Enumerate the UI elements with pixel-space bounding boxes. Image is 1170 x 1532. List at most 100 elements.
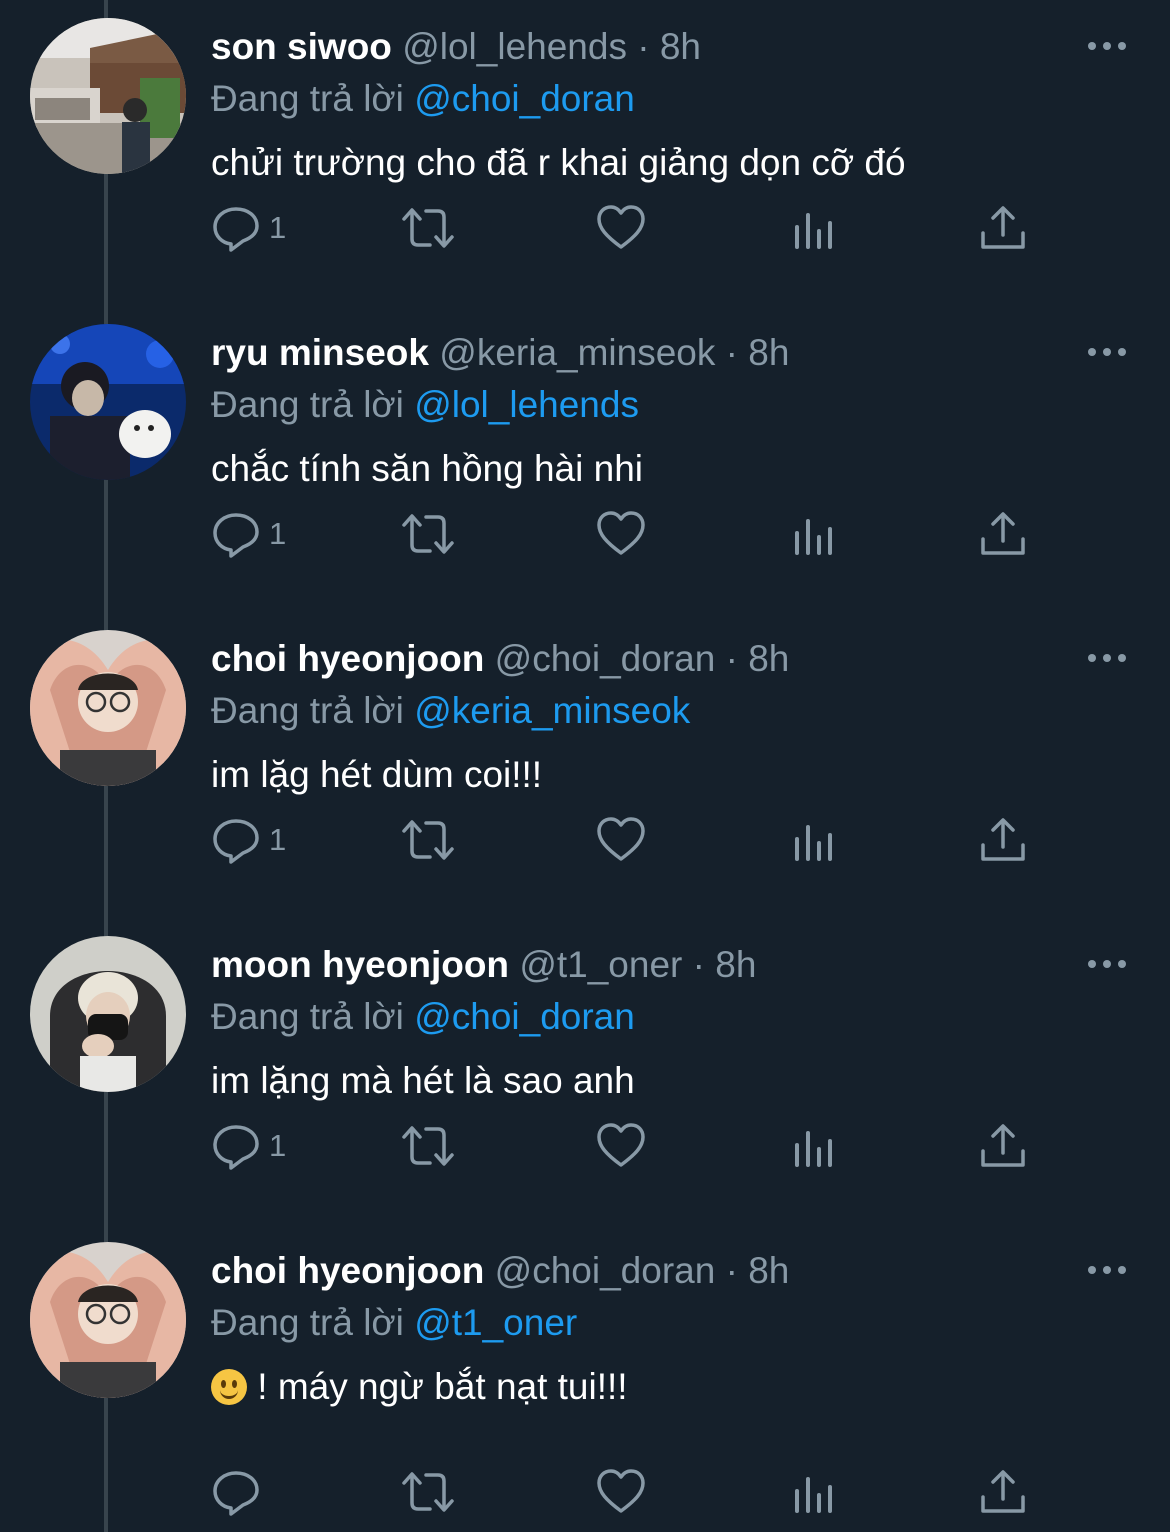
- avatar[interactable]: [30, 630, 186, 786]
- heart-icon: [597, 817, 645, 861]
- timestamp[interactable]: 8h: [660, 26, 701, 67]
- mention-link[interactable]: @choi_doran: [414, 78, 635, 119]
- display-name[interactable]: son siwoo: [211, 26, 392, 67]
- display-name[interactable]: choi hyeonjoon: [211, 1250, 484, 1291]
- share-button[interactable]: [978, 815, 1028, 865]
- like-button[interactable]: [596, 1121, 646, 1171]
- share-icon: [981, 1470, 1025, 1513]
- views-button[interactable]: [789, 815, 839, 865]
- heart-icon: [597, 205, 645, 249]
- avatar[interactable]: [30, 324, 186, 480]
- separator: ·: [637, 26, 650, 67]
- more-icon[interactable]: [1086, 344, 1128, 360]
- reply-button[interactable]: 1: [211, 203, 286, 253]
- handle[interactable]: @lol_lehends: [402, 26, 627, 67]
- separator: ·: [725, 332, 738, 373]
- share-button[interactable]: [978, 203, 1028, 253]
- like-button[interactable]: [596, 1467, 646, 1517]
- retweet-button[interactable]: [400, 815, 456, 865]
- share-icon: [981, 1124, 1025, 1167]
- tweet-header: son siwoo @lol_lehends · 8h: [211, 24, 701, 70]
- retweet-button[interactable]: [400, 1467, 456, 1517]
- mention-link[interactable]: @keria_minseok: [414, 690, 690, 731]
- views-button[interactable]: [789, 203, 839, 253]
- reply-button[interactable]: [211, 1467, 269, 1517]
- tweet-text: im lặng mà hét là sao anh: [211, 1060, 635, 1101]
- tweet-header: ryu minseok @keria_minseok · 8h: [211, 330, 789, 376]
- reply-count: 1: [269, 822, 287, 857]
- handle[interactable]: @choi_doran: [495, 638, 716, 679]
- share-button[interactable]: [978, 509, 1028, 559]
- display-name[interactable]: ryu minseok: [211, 332, 429, 373]
- reply-button[interactable]: 1: [211, 1121, 286, 1171]
- mention-link[interactable]: @t1_oner: [414, 1302, 577, 1343]
- reply-prefix: Đang trả lời: [211, 1302, 404, 1343]
- separator: ·: [725, 1250, 738, 1291]
- tweet[interactable]: son siwoo @lol_lehends · 8h Đang trả lời…: [0, 0, 1170, 306]
- reply-button[interactable]: 1: [211, 815, 286, 865]
- timestamp[interactable]: 8h: [715, 944, 756, 985]
- heart-icon: [597, 1469, 645, 1513]
- reply-icon: [213, 513, 259, 558]
- more-icon[interactable]: [1086, 956, 1128, 972]
- mention-link[interactable]: @lol_lehends: [414, 384, 639, 425]
- tweet[interactable]: choi hyeonjoon @choi_doran · 8h Đang trả…: [0, 1224, 1170, 1530]
- views-button[interactable]: [789, 1121, 839, 1171]
- tweet-text: ! máy ngừ bắt nạt tui!!!: [211, 1364, 628, 1410]
- reply-button[interactable]: 1: [211, 509, 286, 559]
- views-button[interactable]: [789, 509, 839, 559]
- timestamp[interactable]: 8h: [748, 638, 789, 679]
- more-icon[interactable]: [1086, 38, 1128, 54]
- tweet[interactable]: moon hyeonjoon @t1_oner · 8h Đang trả lờ…: [0, 918, 1170, 1224]
- more-icon[interactable]: [1086, 650, 1128, 666]
- retweet-button[interactable]: [400, 203, 456, 253]
- retweet-button[interactable]: [400, 509, 456, 559]
- analytics-icon: [795, 519, 832, 555]
- tweet-header: moon hyeonjoon @t1_oner · 8h: [211, 942, 756, 988]
- replying-to: Đang trả lời @choi_doran: [211, 994, 635, 1040]
- timestamp[interactable]: 8h: [748, 332, 789, 373]
- share-button[interactable]: [978, 1467, 1028, 1517]
- mention-link[interactable]: @choi_doran: [414, 996, 635, 1037]
- replying-to: Đang trả lời @lol_lehends: [211, 382, 639, 428]
- action-bar: 1: [211, 203, 1051, 253]
- avatar[interactable]: [30, 936, 186, 1092]
- reply-prefix: Đang trả lời: [211, 690, 404, 731]
- retweet-button[interactable]: [400, 1121, 456, 1171]
- more-icon[interactable]: [1086, 1262, 1128, 1278]
- display-name[interactable]: moon hyeonjoon: [211, 944, 509, 985]
- like-button[interactable]: [596, 815, 646, 865]
- reply-count: 1: [269, 1128, 287, 1163]
- views-button[interactable]: [789, 1467, 839, 1517]
- share-button[interactable]: [978, 1121, 1028, 1171]
- retweet-icon: [402, 208, 454, 248]
- tweet[interactable]: choi hyeonjoon @choi_doran · 8h Đang trả…: [0, 612, 1170, 918]
- action-bar: 1: [211, 509, 1051, 559]
- retweet-icon: [402, 1126, 454, 1166]
- retweet-icon: [402, 514, 454, 554]
- avatar[interactable]: [30, 1242, 186, 1398]
- analytics-icon: [795, 213, 832, 249]
- share-icon: [981, 818, 1025, 861]
- display-name[interactable]: choi hyeonjoon: [211, 638, 484, 679]
- tweet-text: im lặg hét dùm coi!!!: [211, 754, 543, 795]
- handle[interactable]: @t1_oner: [519, 944, 682, 985]
- tweet[interactable]: ryu minseok @keria_minseok · 8h Đang trả…: [0, 306, 1170, 612]
- reply-icon: [213, 1471, 259, 1516]
- like-button[interactable]: [596, 509, 646, 559]
- like-button[interactable]: [596, 203, 646, 253]
- reply-icon: [213, 1125, 259, 1170]
- share-icon: [981, 206, 1025, 249]
- avatar[interactable]: [30, 18, 186, 174]
- replying-to: Đang trả lời @t1_oner: [211, 1300, 577, 1346]
- separator: ·: [692, 944, 705, 985]
- tweet-text: chắc tính săn hồng hài nhi: [211, 448, 643, 489]
- timestamp[interactable]: 8h: [748, 1250, 789, 1291]
- handle[interactable]: @choi_doran: [495, 1250, 716, 1291]
- handle[interactable]: @keria_minseok: [439, 332, 715, 373]
- share-icon: [981, 512, 1025, 555]
- reply-count: 1: [269, 516, 287, 551]
- reply-prefix: Đang trả lời: [211, 996, 404, 1037]
- reply-icon: [213, 819, 259, 864]
- analytics-icon: [795, 1477, 832, 1513]
